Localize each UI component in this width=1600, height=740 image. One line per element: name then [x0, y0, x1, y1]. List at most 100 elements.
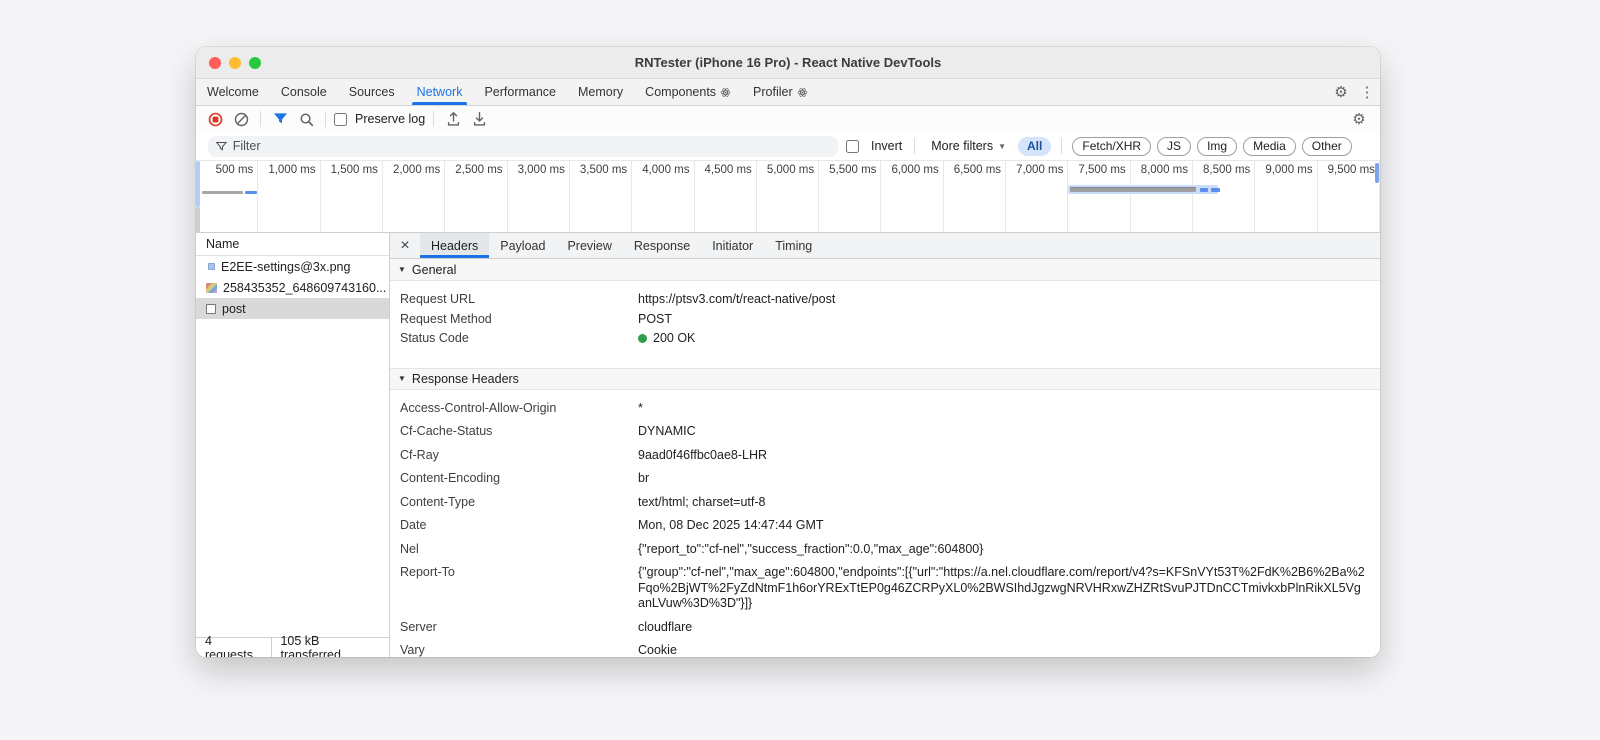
request-method-value: POST [638, 311, 673, 326]
zoom-window-button[interactable] [249, 56, 261, 69]
status-code-value: 200 OK [638, 329, 1380, 349]
filter-input[interactable] [232, 139, 830, 153]
image-small-icon [208, 263, 215, 270]
minimize-window-button[interactable] [229, 56, 241, 69]
disclosure-triangle-icon: ▼ [398, 374, 406, 383]
toolbar-divider [260, 111, 261, 127]
filter-input-wrap [208, 135, 838, 157]
tab-welcome[interactable]: Welcome [196, 79, 270, 105]
response-headers-section-header[interactable]: ▼ Response Headers [390, 367, 1380, 390]
tab-memory[interactable]: Memory [567, 79, 634, 105]
requests-count: 4 requests [205, 633, 253, 658]
chevron-down-icon: ▼ [998, 141, 1007, 151]
request-details-panel: × Headers Payload Preview Response Initi… [390, 233, 1380, 657]
upload-icon [447, 112, 459, 126]
record-stop-icon [208, 112, 222, 126]
request-url-value: https://ptsv3.com/t/react-native/post [638, 292, 836, 306]
header-row: Content-Type text/html; charset=utf-8 [400, 494, 766, 509]
close-details-button[interactable]: × [390, 233, 420, 258]
network-overview-timeline[interactable]: 500 ms 1,000 ms 1,500 ms 2,000 ms 2,500 … [196, 160, 1380, 233]
tab-performance[interactable]: Performance [473, 79, 567, 105]
headers-content: ▼ General Request URL https://ptsv3.com/… [390, 259, 1380, 657]
timeline-division: 2,000 ms [383, 161, 446, 232]
toolbar-divider [325, 111, 326, 127]
timeline-division: 5,000 ms [757, 161, 820, 232]
timeline-division: 7,500 ms [1068, 161, 1131, 232]
header-row: Vary Cookie [400, 643, 677, 657]
filter-pill-other[interactable]: Other [1301, 136, 1352, 156]
timeline-division: 4,500 ms [695, 161, 757, 232]
header-row-request-url: Request URL https://ptsv3.com/t/react-na… [390, 290, 1380, 310]
tab-preview[interactable]: Preview [556, 233, 622, 258]
waterfall-bar-early-download [245, 191, 257, 194]
network-settings-button[interactable]: ⚙ [1346, 112, 1372, 127]
header-row: Content-Encoding br [400, 471, 650, 485]
overview-left-handle[interactable] [196, 161, 200, 207]
request-row-258435352[interactable]: 258435352_648609743160... [196, 277, 389, 298]
header-row: Access-Control-Allow-Origin * [400, 400, 643, 415]
tab-timing[interactable]: Timing [764, 233, 823, 258]
header-row-status-code: Status Code 200 OK [390, 329, 1380, 349]
timeline-division: 2,500 ms [445, 161, 508, 232]
devtools-window: RNTester (iPhone 16 Pro) - React Native … [196, 47, 1380, 657]
react-atom-icon [720, 87, 731, 97]
tab-sources[interactable]: Sources [338, 79, 406, 105]
filter-pill-media[interactable]: Media [1243, 136, 1296, 156]
overview-scrollbar[interactable] [1375, 163, 1379, 183]
timeline-division: 500 ms [196, 161, 259, 232]
transferred-size: 105 kB transferred [280, 633, 341, 658]
timeline-division: 6,000 ms [881, 161, 944, 232]
preserve-log-label: Preserve log [355, 112, 426, 126]
import-har-button[interactable] [442, 109, 464, 129]
status-green-dot [638, 334, 647, 343]
tab-network[interactable]: Network [406, 79, 474, 105]
timeline-division: 1,500 ms [321, 161, 383, 232]
timeline-division: 9,000 ms [1255, 161, 1318, 232]
tab-console[interactable]: Console [270, 79, 338, 105]
filter-pill-img[interactable]: Img [1197, 136, 1238, 156]
more-filters-dropdown[interactable]: More filters ▼ [927, 139, 1010, 153]
filter-pill-all[interactable]: All [1018, 136, 1052, 156]
close-window-button[interactable] [209, 56, 221, 69]
funnel-icon [216, 141, 227, 151]
tab-payload[interactable]: Payload [489, 233, 556, 258]
request-row-e2ee-settings[interactable]: E2EE-settings@3x.png [196, 256, 389, 277]
document-icon [206, 303, 216, 314]
image-thumb-icon [206, 282, 217, 293]
record-network-log-button[interactable] [204, 109, 226, 129]
header-row: Report-To {"group":"cf-nel","max_age":60… [400, 565, 1365, 610]
tab-initiator[interactable]: Initiator [701, 233, 764, 258]
network-search-button[interactable] [295, 109, 317, 129]
tab-profiler[interactable]: Profiler [742, 79, 819, 105]
invert-checkbox[interactable] [846, 139, 859, 153]
gear-icon: ⚙ [1334, 83, 1348, 101]
toolbar-divider [433, 111, 435, 127]
request-type-filters: All Fetch/XHR JS Img Media Other [1018, 136, 1352, 156]
export-har-button[interactable] [468, 109, 490, 129]
name-column-header[interactable]: Name [196, 233, 389, 256]
header-row: Nel {"report_to":"cf-nel","success_fract… [400, 541, 984, 556]
timeline-division: 4,000 ms [632, 161, 695, 232]
devtools-menu-button[interactable]: ⋮ [1354, 79, 1380, 105]
traffic-lights [209, 56, 261, 69]
tab-headers[interactable]: Headers [420, 233, 490, 258]
network-toolbar: Preserve log ⚙ [196, 106, 1380, 132]
tab-response[interactable]: Response [623, 233, 701, 258]
disclosure-triangle-icon: ▼ [398, 265, 406, 274]
waterfall-bar-early-wait [202, 191, 243, 194]
filter-pill-js[interactable]: JS [1157, 136, 1192, 156]
general-section-header[interactable]: ▼ General [390, 259, 1380, 281]
funnel-icon [273, 113, 287, 124]
tab-components[interactable]: Components [634, 79, 742, 105]
devtools-settings-button[interactable]: ⚙ [1328, 79, 1354, 105]
request-row-post[interactable]: post [196, 298, 389, 319]
header-row: Cf-Cache-Status DYNAMIC [400, 424, 696, 438]
toolbar-divider [914, 138, 916, 154]
filter-toggle-button[interactable] [269, 109, 291, 129]
close-icon: × [400, 236, 410, 254]
pill-divider [1061, 138, 1063, 154]
clear-network-log-button[interactable] [230, 109, 252, 129]
filter-pill-fetch-xhr[interactable]: Fetch/XHR [1072, 136, 1152, 156]
preserve-log-checkbox[interactable] [334, 112, 347, 126]
header-row: Date Mon, 08 Dec 2025 14:47:44 GMT [400, 518, 824, 532]
